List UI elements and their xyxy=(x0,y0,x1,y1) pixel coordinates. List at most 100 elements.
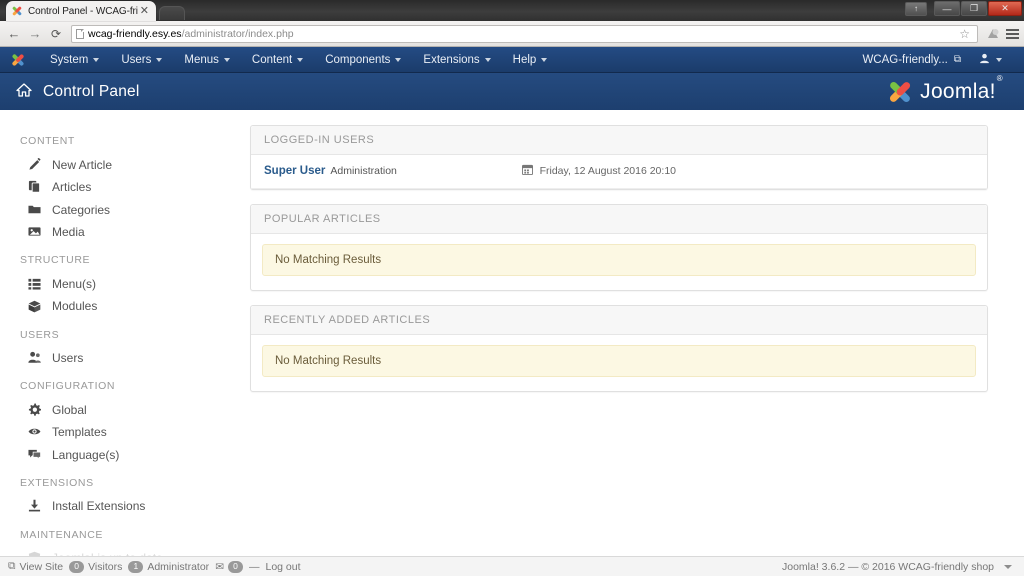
visitors-label: Visitors xyxy=(88,560,123,573)
panel-popular-articles: POPULAR ARTICLES No Matching Results xyxy=(250,204,988,291)
update-button[interactable]: ↑ xyxy=(905,1,927,16)
envelope-icon: ✉ xyxy=(215,560,224,573)
sidebar-item-label: New Article xyxy=(52,157,113,172)
menu-menus-label: Menus xyxy=(184,53,219,66)
chevron-down-icon xyxy=(223,57,230,62)
chevron-down-icon xyxy=(297,57,304,62)
messages-badge: 0 xyxy=(228,560,243,573)
reload-icon[interactable]: ⟳ xyxy=(47,28,65,40)
statusbar-left: ⧉ View Site 0 Visitors 1 Administrator ✉… xyxy=(8,560,301,573)
chevron-down-icon[interactable] xyxy=(1004,564,1012,569)
chevron-down-icon xyxy=(395,57,402,62)
menu-extensions[interactable]: Extensions xyxy=(412,47,501,73)
menu-content[interactable]: Content xyxy=(241,47,314,73)
joomla-brand-logo: Joomla!® xyxy=(887,74,1008,105)
sidebar-item-menus[interactable]: Menu(s) xyxy=(0,273,250,296)
close-icon[interactable]: ✕ xyxy=(138,5,151,17)
users-icon xyxy=(26,351,42,367)
site-name: WCAG-friendly... xyxy=(862,53,948,66)
shield-icon xyxy=(26,551,42,556)
sidebar-heading-extensions: EXTENSIONS xyxy=(20,476,94,489)
sidebar-item-languages[interactable]: Language(s) xyxy=(0,444,250,467)
separator-dash: — xyxy=(249,560,260,573)
visitors-badge: 0 xyxy=(69,560,85,573)
browser-tab[interactable]: Control Panel - WCAG-fri ✕ xyxy=(6,1,156,21)
administrator-status[interactable]: 1 Administrator xyxy=(128,560,210,573)
window-close-button[interactable]: ✕ xyxy=(988,1,1022,16)
menu-content-label: Content xyxy=(251,53,293,66)
menu-menus[interactable]: Menus xyxy=(173,47,241,73)
sidebar-item-articles[interactable]: Articles xyxy=(0,177,250,200)
tab-title: Control Panel - WCAG-fri xyxy=(28,5,138,17)
last-activity-date: Friday, 12 August 2016 20:10 xyxy=(521,164,974,178)
back-icon[interactable]: ← xyxy=(5,27,23,40)
administrator-label: Administrator xyxy=(147,560,210,573)
forward-icon[interactable]: → xyxy=(26,27,44,40)
bookmark-star-icon[interactable]: ☆ xyxy=(959,27,973,41)
sidebar-item-label: Modules xyxy=(52,299,98,314)
sidebar-item-joomla-up-to-date[interactable]: Joomla! is up to date xyxy=(0,548,250,556)
user-role: Administration xyxy=(330,165,397,177)
image-icon xyxy=(26,225,42,241)
sidebar-item-global[interactable]: Global xyxy=(0,399,250,422)
external-link-icon: ⧉ xyxy=(8,560,16,572)
admin-menu-items: System Users Menus Content Components Ex… xyxy=(39,47,558,73)
user-icon xyxy=(979,53,990,67)
menu-components[interactable]: Components xyxy=(314,47,412,73)
home-icon xyxy=(16,83,32,100)
sidebar-item-label: Categories xyxy=(52,202,111,217)
sidebar-item-install-extensions[interactable]: Install Extensions xyxy=(0,496,250,519)
panel-logged-in-users: LOGGED-IN USERS Super User Administratio… xyxy=(250,125,988,190)
page-header: Control Panel Joomla!® xyxy=(0,73,1024,111)
hamburger-menu-icon[interactable] xyxy=(1006,28,1019,39)
site-link[interactable]: WCAG-friendly... ⧉ xyxy=(852,54,971,66)
visitors-status[interactable]: 0 Visitors xyxy=(69,560,123,573)
chevron-down-icon xyxy=(996,57,1002,62)
sidebar-item-label: Templates xyxy=(52,425,107,440)
sidebar-heading-structure: STRUCTURE xyxy=(20,254,91,267)
sidebar-item-users[interactable]: Users xyxy=(0,348,250,371)
menu-users[interactable]: Users xyxy=(110,47,173,73)
extension-icon[interactable] xyxy=(986,27,1000,41)
sidebar-item-label: Global xyxy=(52,402,87,417)
sidebar-item-new-article[interactable]: New Article xyxy=(0,154,250,177)
logout-link[interactable]: Log out xyxy=(266,561,301,573)
menu-system-label: System xyxy=(50,53,89,66)
chevron-down-icon xyxy=(484,57,491,62)
view-site-link[interactable]: ⧉ View Site xyxy=(8,560,63,573)
menu-system[interactable]: System xyxy=(39,47,110,73)
sidebar-item-media[interactable]: Media xyxy=(0,222,250,245)
chevron-down-icon xyxy=(541,57,548,62)
sidebar-heading-users: USERS xyxy=(20,328,60,341)
administrator-badge: 1 xyxy=(128,560,144,573)
sidebar-item-categories[interactable]: Categories xyxy=(0,199,250,222)
new-tab-button[interactable] xyxy=(159,6,185,20)
sidebar-item-templates[interactable]: Templates xyxy=(0,422,250,445)
trademark-mark: ® xyxy=(996,73,1003,83)
address-bar[interactable]: wcag-friendly.esy.es/administrator/index… xyxy=(71,24,978,43)
calendar-icon xyxy=(521,164,533,178)
panel-body: No Matching Results xyxy=(251,234,987,290)
maximize-button[interactable]: ❐ xyxy=(961,1,987,16)
menu-components-label: Components xyxy=(325,53,391,66)
browser-navbar: ← → ⟳ wcag-friendly.esy.es/administrator… xyxy=(0,21,1024,47)
sidebar-item-modules[interactable]: Modules xyxy=(0,296,250,319)
menu-extensions-label: Extensions xyxy=(423,53,480,66)
url-domain: wcag-friendly.esy.es xyxy=(88,27,182,40)
panel-title: POPULAR ARTICLES xyxy=(251,205,987,234)
menu-help[interactable]: Help xyxy=(502,47,559,73)
gear-icon xyxy=(26,403,42,419)
minimize-button[interactable]: — xyxy=(934,1,960,16)
browser-titlebar: Control Panel - WCAG-fri ✕ ↑ — ❐ ✕ xyxy=(0,0,1024,21)
user-menu[interactable] xyxy=(971,53,1014,67)
joomla-logo-icon[interactable] xyxy=(10,52,25,67)
sidebar: CONTENT New Article Articles Categories … xyxy=(0,111,250,556)
panel-title: LOGGED-IN USERS xyxy=(251,126,987,155)
messages-status[interactable]: ✉ 0 xyxy=(215,560,243,573)
joomla-pinwheel-icon xyxy=(887,79,913,105)
user-name-link[interactable]: Super User xyxy=(264,165,325,177)
joomla-wordmark: Joomla!® xyxy=(920,74,1003,104)
logged-in-user-row: Super User Administration Friday, 12 Aug… xyxy=(251,155,987,189)
admin-statusbar: ⧉ View Site 0 Visitors 1 Administrator ✉… xyxy=(0,556,1024,576)
joomla-version-text: Joomla! 3.6.2 — © 2016 WCAG-friendly sho… xyxy=(782,560,994,573)
